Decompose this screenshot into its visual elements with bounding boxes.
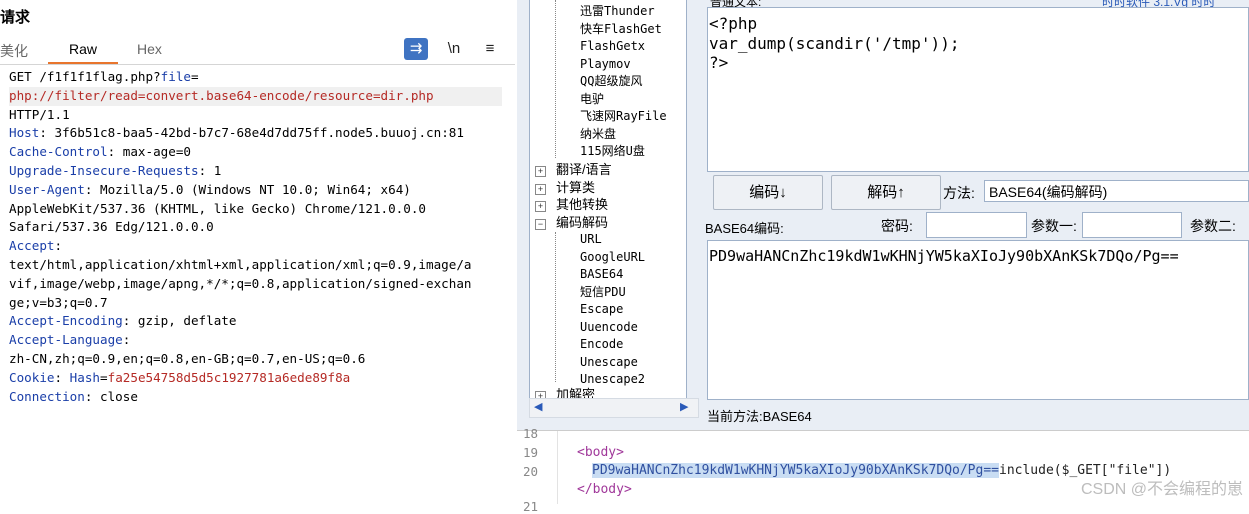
line-gutter: 18 19 20 21: [517, 426, 558, 514]
tree-item[interactable]: Unescape: [580, 354, 638, 372]
header-accept-cont: text/html,application/xhtml+xml,applicat…: [9, 256, 472, 272]
header-connection: Connection: close: [9, 388, 138, 404]
tree-item[interactable]: Escape: [580, 301, 623, 319]
tree-group[interactable]: 其他转换: [556, 196, 608, 214]
raw-request-editor[interactable]: GET /f1f1f1flag.php?file= php://filter/r…: [9, 68, 509, 406]
tree-item[interactable]: 短信PDU: [580, 284, 626, 302]
wrap-icon[interactable]: ⇉: [404, 38, 428, 60]
selected-payload: PD9waHANCnZhc19kdW1wKHNjYW5kaXIoJy90bXAn…: [592, 463, 999, 478]
line-number: 18: [523, 426, 539, 441]
header-accept-language-cont: zh-CN,zh;q=0.9,en;q=0.8,en-GB;q=0.7,en-U…: [9, 350, 366, 366]
divider: [0, 64, 515, 65]
password-field[interactable]: [926, 212, 1027, 238]
line-number: 19: [523, 445, 539, 460]
header-host: Host: 3f6b51c8-baa5-42bd-b7c7-68e4d7dd75…: [9, 125, 464, 141]
code-editor[interactable]: 18 19 20 21 <body> PD9waHANCnZhc19kdW1wK…: [517, 426, 1249, 514]
body-open-tag: <body>: [577, 445, 624, 460]
header-accept: Accept:: [9, 238, 63, 254]
header-user-agent: User-Agent: Mozilla/5.0 (Windows NT 10.0…: [9, 181, 411, 197]
tree-group[interactable]: 计算类: [556, 179, 595, 197]
decode-button[interactable]: 解码↑: [831, 175, 941, 210]
expand-icon[interactable]: +: [535, 166, 546, 177]
view-tabs: 美化 Raw Hex ⇉ \n ≡: [0, 38, 515, 65]
header-accept-cont: ge;v=b3;q=0.7: [9, 294, 108, 310]
tab-hex[interactable]: Hex: [137, 41, 162, 57]
source-textarea[interactable]: <?php var_dump(scandir('/tmp')); ?>: [707, 7, 1249, 172]
header-accept-cont: vif,image/webp,image/apng,*/*;q=0.8,appl…: [9, 275, 472, 291]
password-label: 密码:: [881, 218, 913, 234]
tab-pretty[interactable]: 美化: [0, 41, 28, 61]
scroll-left-icon[interactable]: ◀: [534, 400, 542, 413]
newline-icon[interactable]: \n: [442, 38, 466, 60]
tree-item[interactable]: 电驴: [580, 91, 604, 109]
encode-button[interactable]: 编码↓: [713, 175, 823, 210]
header-user-agent-cont: Safari/537.36 Edg/121.0.0.0: [9, 219, 214, 235]
request-line-param: php://filter/read=convert.base64-encode/…: [9, 86, 509, 106]
expand-icon[interactable]: +: [535, 184, 546, 195]
header-cookie: Cookie: Hash=fa25e54758d5d5c1927781a6ede…: [9, 369, 351, 385]
param2-label: 参数二:: [1190, 218, 1236, 234]
output-textarea[interactable]: PD9waHANCnZhc19kdW1wKHNjYW5kaXIoJy90bXAn…: [707, 240, 1249, 400]
encoding-tool-window: 普通文本: 时时软件 3.1.Vg 时时 迅雷Thunder 快车FlashGe…: [517, 0, 1249, 430]
status-text: 当前方法:BASE64: [707, 409, 812, 424]
request-panel: 请求 美化 Raw Hex ⇉ \n ≡ GET /f1f1f1flag.php…: [0, 0, 515, 503]
base64-label: BASE64编码:: [705, 221, 784, 236]
tree-group[interactable]: 编码解码: [556, 214, 608, 232]
method-label: 方法:: [943, 185, 975, 201]
header-accept-encoding: Accept-Encoding: gzip, deflate: [9, 313, 237, 329]
watermark: CSDN @不会编程的崽: [1080, 481, 1243, 498]
tree-item[interactable]: 快车FlashGet: [580, 21, 662, 39]
tree-item[interactable]: Uuencode: [580, 319, 638, 337]
param1-label: 参数一:: [1031, 218, 1077, 234]
line-number: 21: [523, 499, 539, 514]
panel-title: 请求: [0, 9, 31, 26]
scroll-right-icon[interactable]: ▶: [680, 400, 688, 413]
menu-icon[interactable]: ≡: [478, 38, 502, 60]
expand-icon[interactable]: +: [535, 201, 546, 212]
header-accept-language: Accept-Language:: [9, 332, 131, 348]
collapse-icon[interactable]: −: [535, 219, 546, 230]
line-number: 20: [523, 464, 539, 479]
tree-item[interactable]: QQ超级旋风: [580, 73, 642, 91]
tree-item[interactable]: 纳米盘: [580, 126, 616, 144]
tree-item[interactable]: FlashGetx: [580, 38, 645, 56]
header-upgrade: Upgrade-Insecure-Requests: 1: [9, 162, 222, 178]
tree-item[interactable]: 迅雷Thunder: [580, 3, 655, 21]
http-version: HTTP/1.1: [9, 106, 70, 122]
param1-field[interactable]: [1082, 212, 1182, 238]
method-select[interactable]: BASE64(编码解码): [984, 180, 1249, 202]
tree-hscrollbar[interactable]: ◀ ▶: [529, 398, 699, 418]
tree-item[interactable]: BASE64: [580, 266, 623, 284]
tree-item[interactable]: GoogleURL: [580, 249, 645, 267]
tree-item[interactable]: 115网络U盘: [580, 143, 645, 161]
header-cache-control: Cache-Control: max-age=0: [9, 144, 191, 160]
tree-group[interactable]: 翻译/语言: [556, 161, 612, 179]
body-close-tag: </body>: [577, 482, 632, 497]
header-user-agent-cont: AppleWebKit/537.36 (KHTML, like Gecko) C…: [9, 200, 427, 216]
tree-item[interactable]: Playmov: [580, 56, 631, 74]
tree-item[interactable]: 飞速网RayFile: [580, 108, 667, 126]
category-tree[interactable]: 迅雷Thunder 快车FlashGet FlashGetx Playmov Q…: [529, 0, 687, 399]
tab-raw[interactable]: Raw: [69, 41, 97, 57]
request-line: GET /f1f1f1flag.php?file=: [9, 69, 199, 84]
tree-item[interactable]: URL: [580, 231, 602, 249]
tree-item[interactable]: Encode: [580, 336, 623, 354]
